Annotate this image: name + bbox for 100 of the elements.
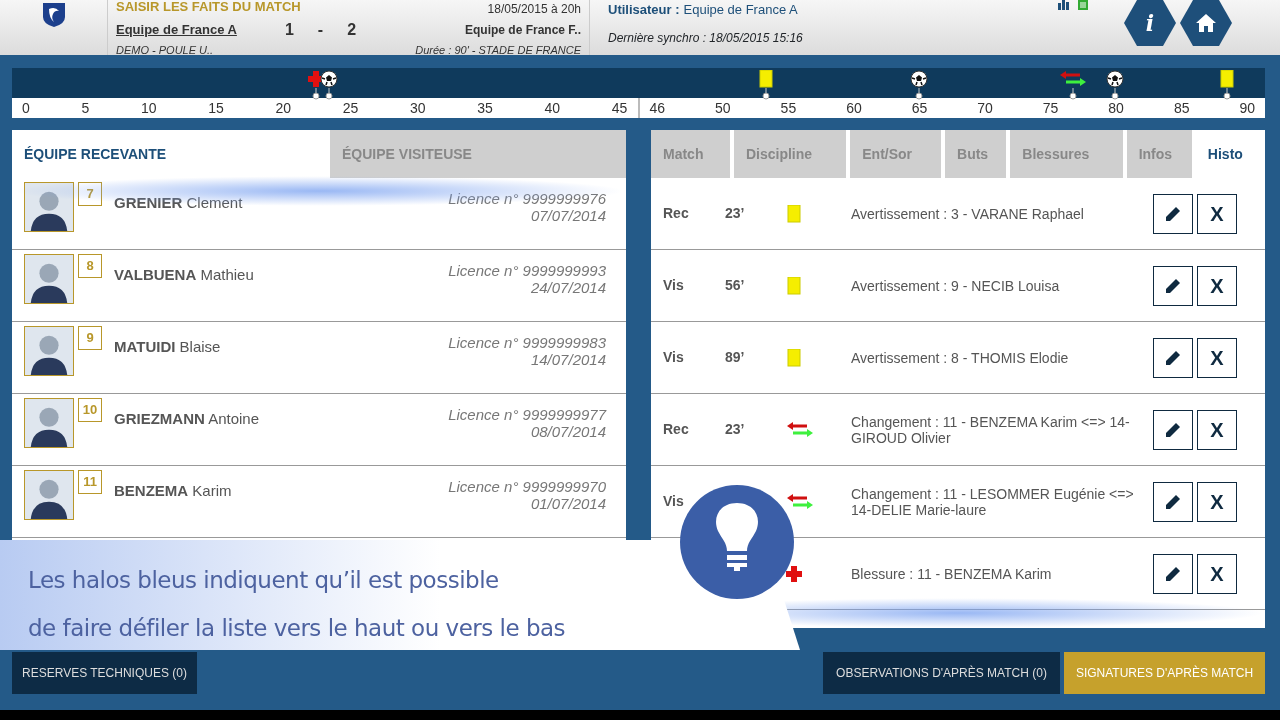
edit-button[interactable] [1153,553,1193,594]
tick-label: 15 [208,99,224,118]
player-row[interactable]: 9 MATUIDI Blaise Licence n° 9999999983 14/07/2014 [12,322,626,394]
player-name: MATUIDI Blaise [114,337,221,357]
edit-button[interactable] [1153,265,1193,306]
team-label: Rec [663,420,690,439]
tick-label: 80 [1108,99,1124,118]
licence-number: Licence n° 9999999970 [448,478,606,495]
pencil-icon [1165,565,1181,582]
pencil-icon [1165,421,1181,438]
player-name: GRENIER Clement [114,193,243,213]
avatar-icon [24,326,74,376]
team-label: Vis [663,348,685,367]
event-description: Changement : 11 - LESOMMER Eugénie <=> 14-DELIE Marie-laure [851,485,1135,518]
away-score: 2 [347,20,357,40]
competition-label: DEMO - POULE U.. [116,43,214,58]
licence-number: Licence n° 9999999976 [448,190,606,207]
home-icon [1196,14,1216,32]
minute-label: 56’ [725,276,746,295]
away-team: Equipe de France F.. [464,22,581,39]
tick-label: 10 [140,99,157,118]
swap-arrows-icon [785,421,815,440]
licence-date: 14/07/2014 [529,351,606,368]
card-icon [785,277,803,296]
tick-label: 85 [1173,99,1190,118]
delete-button[interactable]: X [1197,553,1237,594]
player-row[interactable]: 11 BENZEMA Karim Licence n° 9999999970 01/07/2014 [12,466,626,538]
tick-label: 65 [911,99,928,118]
tick-label: 70 [977,99,993,118]
pencil-icon [1165,349,1181,366]
minute-label: 23’ [725,204,746,223]
licence-date: 24/07/2014 [529,279,606,296]
delete-button[interactable]: X [1197,337,1237,378]
licence-number: Licence n° 9999999993 [448,262,606,279]
score-separator: - [317,20,324,40]
licence-number: Licence n° 9999999977 [448,406,606,423]
player-name: BENZEMA Karim [114,481,232,501]
home-team-link[interactable]: Equipe de France A [116,20,237,40]
card-icon [785,205,803,224]
tick-label: 46 [649,99,666,118]
event-description: Avertissement : 9 - NECIB Louisa [851,277,1061,294]
tick-label: 40 [544,99,561,118]
edit-button[interactable] [1153,481,1193,522]
tick-label: 55 [780,99,797,118]
last-sync-label: Dernière synchro : 18/05/2015 15:16 [608,30,804,47]
tick-label: 90 [1239,99,1255,118]
player-number: 8 [78,254,102,278]
list-icon [1078,0,1088,10]
tick-label: 60 [846,99,862,118]
edit-button[interactable] [1153,193,1193,234]
tick-label: 75 [1042,99,1059,118]
player-row[interactable]: 8 VALBUENA Mathieu Licence n° 9999999993 24/07/2014 [12,250,626,322]
licence-date: 08/07/2014 [529,423,606,440]
team-label: Vis [663,492,685,511]
event-description: Avertissement : 8 - THOMIS Elodie [851,349,1070,366]
player-row[interactable]: 7 GRENIER Clement Licence n° 9999999976 07/07/2014 [12,178,626,250]
player-number: 9 [78,326,102,350]
home-score: 1 [284,20,294,40]
player-row[interactable]: 10 GRIEZMANN Antoine Licence n° 9999999977 08/07/2014 [12,394,626,466]
match-date: 18/05/2015 à 20h [487,1,581,18]
team-label: Vis [663,276,685,295]
swap-arrows-icon [785,493,815,512]
edit-button[interactable] [1153,337,1193,378]
user-name: Equipe de France A [683,1,798,19]
event-description: Avertissement : 3 - VARANE Raphael [851,205,1085,222]
tick-label: 5 [81,99,90,118]
tick-label: 0 [22,99,30,118]
pencil-icon [1165,205,1181,222]
player-name: GRIEZMANN Antoine [114,409,260,429]
minute-label: 89’ [725,348,746,367]
tick-label: 25 [342,99,359,118]
tick-label: 45 [611,99,628,118]
bar-chart-icon [1058,0,1070,10]
avatar-icon [24,254,74,304]
licence-date: 07/07/2014 [529,207,606,224]
match-title: SAISIR LES FAITS DU MATCH [116,0,301,16]
licence-number: Licence n° 9999999983 [448,334,606,351]
avatar-icon [24,398,74,448]
reserves-button[interactable]: RESERVES TECHNIQUES (0) [12,652,197,694]
player-name: VALBUENA Mathieu [114,265,254,285]
delete-button[interactable]: X [1197,265,1237,306]
delete-button[interactable]: X [1197,481,1237,522]
user-label: Utilisateur : [608,1,680,19]
shield-logo [40,2,67,28]
edit-button[interactable] [1153,409,1193,450]
pencil-icon [1165,493,1181,510]
player-number: 10 [78,398,102,422]
tick-label: 50 [715,99,731,118]
info-button[interactable]: i [1124,0,1176,46]
team-label: Rec [663,204,690,223]
player-number: 11 [78,470,102,494]
pencil-icon [1165,277,1181,294]
minute-label: 23’ [725,420,746,439]
observations-button[interactable]: OBSERVATIONS D'APRÈS MATCH (0) [823,652,1060,694]
delete-button[interactable]: X [1197,193,1237,234]
delete-button[interactable]: X [1197,409,1237,450]
avatar-icon [24,470,74,520]
tick-label: 35 [477,99,493,118]
licence-date: 01/07/2014 [529,495,606,512]
event-description: Blessure : 11 - BENZEMA Karim [851,565,1053,582]
